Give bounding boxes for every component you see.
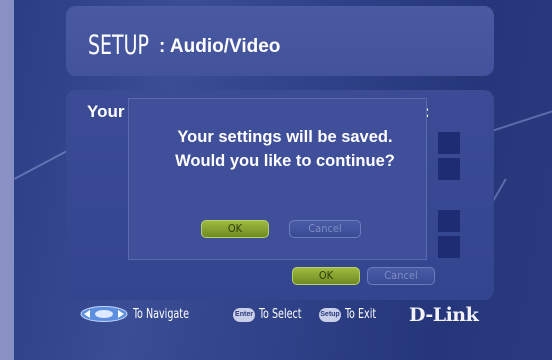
settings-label-partial: Your xyxy=(87,102,125,121)
cancel-button[interactable]: Cancel xyxy=(367,267,435,285)
page-subtitle: : Audio/Video xyxy=(159,36,281,57)
navigate-hint: To Navigate xyxy=(133,307,189,322)
option-field[interactable] xyxy=(438,132,460,154)
dialog-line-1: Your settings will be saved. xyxy=(177,128,393,146)
exit-hint: To Exit xyxy=(345,307,377,322)
enter-key-icon: Enter xyxy=(233,308,255,322)
navigate-arrows-icon xyxy=(80,306,128,322)
option-field[interactable] xyxy=(438,158,460,180)
left-edge-bar xyxy=(0,0,14,360)
option-field[interactable] xyxy=(438,210,460,232)
confirm-dialog xyxy=(128,98,427,260)
option-field[interactable] xyxy=(438,236,460,258)
select-hint: To Select xyxy=(259,307,302,322)
dialog-line-2: Would you like to continue? xyxy=(175,152,395,170)
page-title: SETUP xyxy=(88,30,149,61)
dlink-logo: D-Link xyxy=(409,304,479,326)
ok-button[interactable]: OK xyxy=(292,267,360,285)
setup-key-icon: Setup xyxy=(319,308,341,322)
dialog-message: Your settings will be saved. Would you l… xyxy=(150,125,420,173)
dialog-ok-button[interactable]: OK xyxy=(201,220,269,238)
dialog-cancel-button[interactable]: Cancel xyxy=(289,220,361,238)
